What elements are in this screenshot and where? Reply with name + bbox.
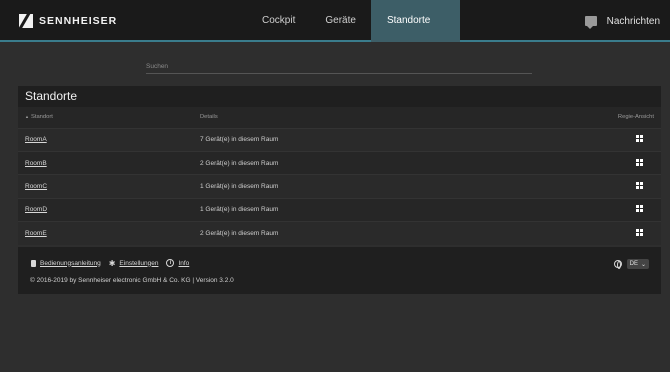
globe-icon [613, 260, 622, 269]
table-row: RoomA 7 Gerät(e) in diesem Raum [18, 127, 661, 152]
room-details: 1 Gerät(e) in diesem Raum [193, 197, 497, 222]
room-link[interactable]: RoomA [25, 136, 47, 143]
locations-table: ▲ Standort Details Regie-Ansicht RoomA 7 … [18, 107, 661, 245]
gear-icon: ✱ [108, 258, 116, 268]
info-link[interactable]: i Info [166, 259, 189, 267]
room-details: 2 Gerät(e) in diesem Raum [193, 221, 497, 245]
sennheiser-logo[interactable]: SENNHEISER [19, 13, 117, 29]
grid-view-icon[interactable] [636, 229, 643, 236]
room-link[interactable]: RoomB [25, 160, 47, 167]
sort-up-icon: ▲ [25, 114, 29, 120]
nav-cockpit[interactable]: Cockpit [247, 0, 310, 42]
sennheiser-logo-icon [19, 14, 33, 28]
search-field [146, 60, 532, 74]
table-row: RoomB 2 Gerät(e) in diesem Raum [18, 150, 661, 175]
locations-panel: Standorte ▲ Standort Details Regie-Ansich… [18, 86, 661, 245]
settings-link[interactable]: ✱ Einstellungen [108, 258, 159, 268]
room-link[interactable]: RoomD [25, 206, 47, 213]
table-row: RoomC 1 Gerät(e) in diesem Raum [18, 174, 661, 199]
manual-link[interactable]: Bedienungsanleitung [31, 259, 101, 267]
nav-geraete[interactable]: Geräte [310, 0, 371, 42]
grid-view-icon[interactable] [636, 135, 643, 143]
copyright-text: © 2016-2019 by Sennheiser electronic Gmb… [30, 277, 234, 284]
grid-view-icon[interactable] [636, 181, 643, 189]
manual-label[interactable]: Bedienungsanleitung [40, 260, 101, 267]
column-header-location[interactable]: ▲ Standort [18, 107, 193, 128]
language-switcher: DE ⌄ [613, 259, 649, 269]
messages-label: Nachrichten [606, 15, 660, 27]
search-input[interactable] [146, 60, 532, 72]
footer: Bedienungsanleitung ✱ Einstellungen i In… [18, 247, 661, 294]
language-select[interactable]: DE ⌄ [626, 259, 649, 269]
top-navigation-bar: SENNHEISER Cockpit Geräte Standorte Nach… [0, 0, 670, 42]
info-icon: i [166, 259, 175, 267]
grid-view-icon[interactable] [636, 158, 643, 166]
footer-links: Bedienungsanleitung ✱ Einstellungen i In… [31, 259, 189, 267]
grid-view-icon[interactable] [636, 205, 643, 213]
chat-icon [584, 16, 597, 29]
room-details: 7 Gerät(e) in diesem Raum [193, 127, 497, 152]
room-link[interactable]: RoomE [25, 230, 47, 237]
settings-label[interactable]: Einstellungen [119, 260, 158, 267]
info-label[interactable]: Info [178, 260, 189, 267]
table-row: RoomE 2 Gerät(e) in diesem Raum [18, 221, 661, 245]
language-value: DE [629, 261, 638, 267]
room-details: 2 Gerät(e) in diesem Raum [193, 150, 497, 175]
table-row: RoomD 1 Gerät(e) in diesem Raum [18, 197, 661, 222]
document-icon [31, 259, 36, 267]
messages-button[interactable]: Nachrichten [584, 0, 660, 42]
column-header-details: Details [200, 114, 218, 121]
chevron-down-icon: ⌄ [640, 261, 646, 268]
brand-name: SENNHEISER [39, 15, 118, 27]
room-link[interactable]: RoomC [25, 183, 47, 190]
main-nav: Cockpit Geräte Standorte [247, 0, 461, 42]
panel-title: Standorte [18, 86, 661, 107]
column-header-director-view: Regie-Ansicht [617, 114, 654, 121]
room-details: 1 Gerät(e) in diesem Raum [193, 174, 497, 199]
nav-standorte[interactable]: Standorte [370, 0, 461, 42]
